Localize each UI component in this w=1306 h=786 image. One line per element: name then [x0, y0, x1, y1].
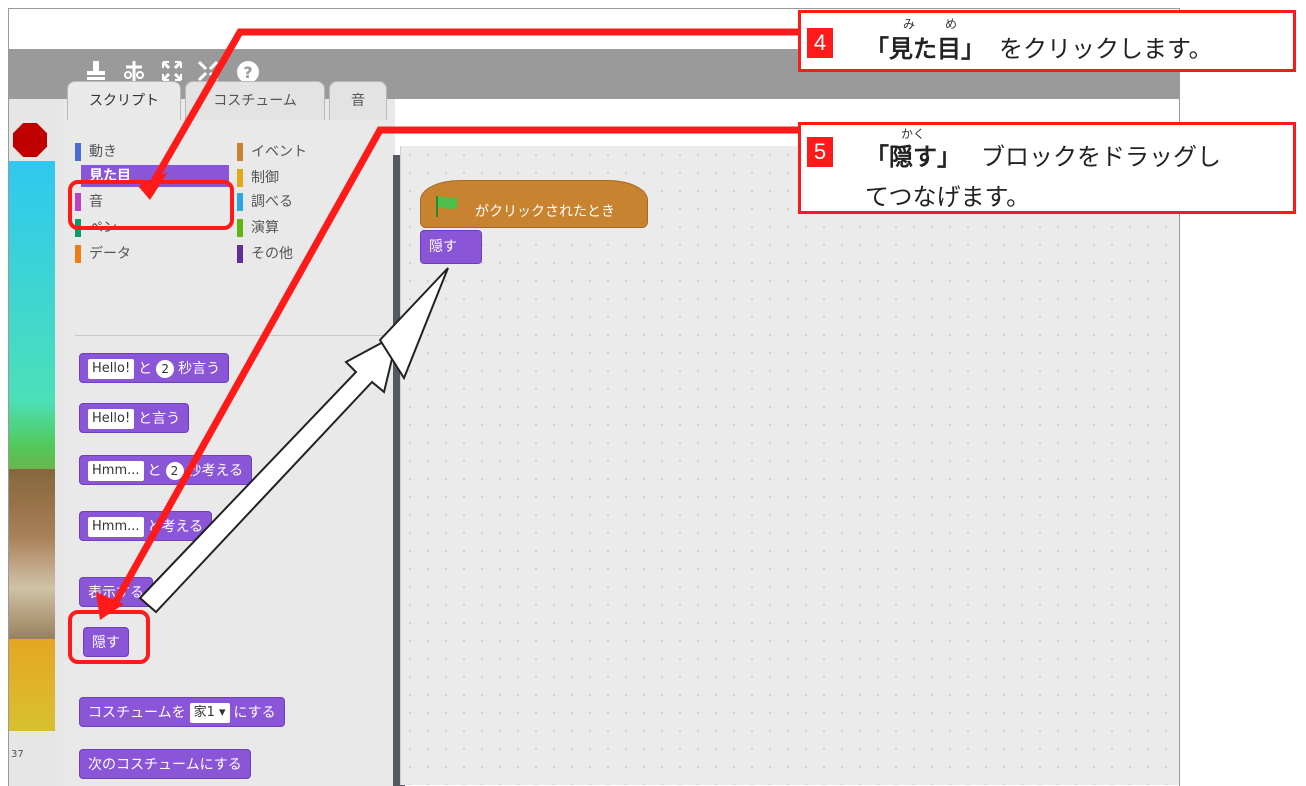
- stop-button[interactable]: [13, 123, 47, 157]
- block-text-field[interactable]: Hello!: [88, 359, 135, 379]
- step-number-badge: 5: [807, 137, 833, 167]
- category-swatch: [75, 245, 81, 263]
- stage-area: 37: [9, 99, 71, 786]
- callout-step-5-text-line2: てつなげます。: [865, 183, 1031, 211]
- category-swatch: [237, 169, 243, 187]
- category-label: 動き: [89, 144, 117, 160]
- category-swatch: [237, 193, 243, 211]
- category-label: 演算: [251, 220, 279, 236]
- when-flag-clicked-block[interactable]: がクリックされたとき: [420, 180, 648, 228]
- highlight-looks-category: [68, 180, 234, 230]
- scripts-area[interactable]: [400, 146, 1179, 785]
- stage-counter: 37: [11, 749, 24, 760]
- category-label: データ: [89, 246, 131, 262]
- callout-step-5-keyword: 「隠す」: [865, 143, 961, 171]
- category-swatch: [75, 143, 81, 161]
- block-text: と: [138, 361, 153, 377]
- category-swatch: [237, 143, 243, 161]
- block-show[interactable]: 表示する: [79, 577, 153, 607]
- block-think[interactable]: Hmm... と考える: [79, 511, 213, 541]
- category-motion[interactable]: 動き: [75, 141, 117, 163]
- block-text: 秒考える: [187, 463, 244, 479]
- block-number-field[interactable]: 2: [156, 360, 175, 378]
- stage-preview[interactable]: [9, 161, 55, 731]
- green-flag-icon: [436, 196, 457, 217]
- block-text: と考える: [147, 519, 204, 535]
- tab-costumes[interactable]: コスチューム: [185, 81, 325, 120]
- block-next-costume[interactable]: 次のコスチュームにする: [79, 749, 251, 779]
- category-control[interactable]: 制御: [237, 167, 279, 189]
- block-text-field[interactable]: Hmm...: [88, 461, 144, 481]
- category-swatch: [237, 219, 243, 237]
- tab-scripts[interactable]: スクリプト: [67, 81, 181, 120]
- category-label: その他: [251, 246, 293, 262]
- category-sensing[interactable]: 調べる: [237, 191, 293, 213]
- block-text: にする: [233, 705, 276, 721]
- costume-dropdown[interactable]: 家1 ▾: [189, 703, 230, 723]
- block-text-field[interactable]: Hmm...: [88, 517, 144, 537]
- block-say-for-secs[interactable]: Hello! と 2 秒言う: [79, 353, 230, 383]
- callout-step-4: 4 み め 「見た目」 をクリックします。: [798, 10, 1296, 72]
- callout-step-4-text: をクリックします。: [999, 35, 1213, 63]
- highlight-hide-block: [68, 610, 150, 664]
- block-number-field[interactable]: 2: [165, 462, 184, 480]
- help-glyph: ?: [243, 63, 252, 82]
- category-operators[interactable]: 演算: [237, 217, 279, 239]
- step-number-badge: 4: [807, 28, 833, 58]
- script-hide-block[interactable]: 隠す: [420, 230, 482, 264]
- category-data[interactable]: データ: [75, 243, 131, 265]
- tab-sounds[interactable]: 音: [329, 81, 387, 120]
- callout-step-5-text: ブロックをドラッグし: [981, 143, 1221, 171]
- block-switch-costume[interactable]: コスチュームを 家1 ▾ にする: [79, 697, 285, 727]
- category-swatch: [237, 245, 243, 263]
- callout-step-4-keyword: 「見た目」: [865, 35, 985, 63]
- category-events[interactable]: イベント: [237, 141, 307, 163]
- block-text: コスチュームを: [88, 705, 186, 721]
- category-label: 調べる: [251, 194, 293, 210]
- stage-sprite-house: [9, 469, 55, 639]
- category-label: 制御: [251, 170, 279, 186]
- block-text-field[interactable]: Hello!: [88, 409, 135, 429]
- category-more-blocks[interactable]: その他: [237, 243, 293, 265]
- hat-block-label: がクリックされたとき: [475, 204, 615, 220]
- block-text: と言う: [138, 411, 181, 427]
- palette-divider: [75, 335, 385, 336]
- block-say[interactable]: Hello! と言う: [79, 403, 190, 433]
- callout-step-5: 5 かく 「隠す」 ブロックをドラッグし てつなげます。: [798, 122, 1296, 214]
- block-think-for-secs[interactable]: Hmm... と 2 秒考える: [79, 455, 253, 485]
- category-label: イベント: [251, 144, 307, 160]
- block-text: と: [147, 463, 162, 479]
- block-text: 秒言う: [178, 361, 221, 377]
